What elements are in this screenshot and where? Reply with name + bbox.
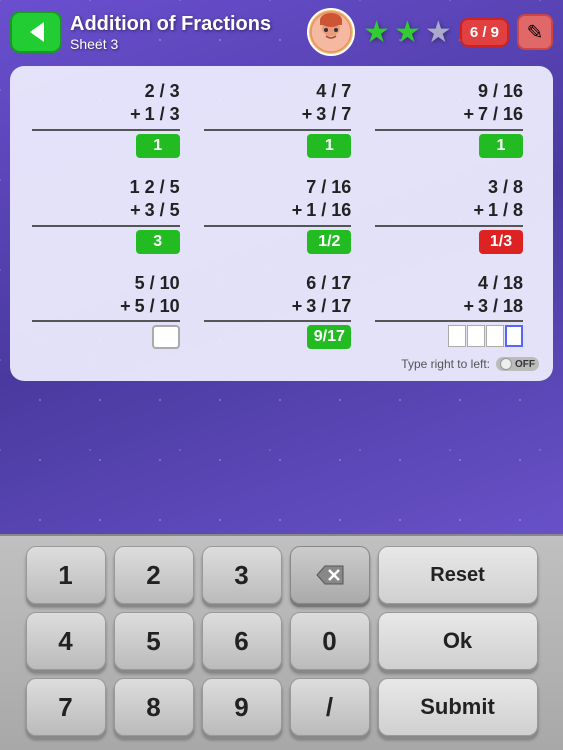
p5-top: 7 / 16 [306,176,351,199]
p9-bottom: + 3 / 18 [463,295,523,318]
p5-answer[interactable]: 1/2 [307,230,351,254]
p6-top: 3 / 8 [488,176,523,199]
p7-top: 5 / 10 [135,272,180,295]
p5-bottom: + 1 / 16 [292,199,352,222]
sheet-label: Sheet 3 [70,36,299,52]
problem-8: 6 / 17 + 3 / 17 9/17 [196,268,368,354]
p3-answer[interactable]: 1 [479,134,523,158]
problem-7: 5 / 10 + 5 / 10 [24,268,196,354]
digit-cell-4[interactable] [505,325,523,347]
p1-answer[interactable]: 1 [136,134,180,158]
keyboard: 1 2 3 Reset 4 5 6 0 Ok 7 8 9 / Submit [0,534,563,750]
page-title: Addition of Fractions [70,13,299,36]
stars-container: ★ ★ ★ [363,15,452,50]
title-block: Addition of Fractions Sheet 3 [70,13,299,52]
key-9[interactable]: 9 [202,678,282,736]
problem-1: 2 / 3 + 1 / 3 1 [24,76,196,162]
p7-bottom: + 5 / 10 [120,295,180,318]
worksheet: 2 / 3 + 1 / 3 1 4 / 7 + 3 / 7 1 9 / 16 +… [10,66,553,381]
problem-2: 4 / 7 + 3 / 7 1 [196,76,368,162]
key-2[interactable]: 2 [114,546,194,604]
problem-6: 3 / 8 + 1 / 8 1/3 [367,172,539,258]
key-slash[interactable]: / [290,678,370,736]
p1-bottom: + 1 / 3 [130,103,180,126]
p2-top: 4 / 7 [316,80,351,103]
problem-3: 9 / 16 + 7 / 16 1 [367,76,539,162]
p8-answer[interactable]: 9/17 [307,325,351,349]
star-1: ★ [363,15,390,50]
header: Addition of Fractions Sheet 3 ★ ★ ★ 6 / … [0,0,563,60]
keyboard-row-1: 1 2 3 Reset [10,546,553,604]
key-submit[interactable]: Submit [378,678,538,736]
p2-bottom: + 3 / 7 [302,103,352,126]
p3-top: 9 / 16 [478,80,523,103]
star-3: ★ [425,15,452,50]
key-5[interactable]: 5 [114,612,194,670]
back-button[interactable] [10,11,62,53]
p4-answer[interactable]: 3 [136,230,180,254]
problems-grid: 2 / 3 + 1 / 3 1 4 / 7 + 3 / 7 1 9 / 16 +… [24,76,539,353]
digit-cell-2[interactable] [467,325,485,347]
keyboard-row-2: 4 5 6 0 Ok [10,612,553,670]
key-3[interactable]: 3 [202,546,282,604]
key-ok[interactable]: Ok [378,612,538,670]
p8-top: 6 / 17 [306,272,351,295]
p2-answer[interactable]: 1 [307,134,351,158]
toggle-rtl[interactable]: OFF [496,357,539,371]
p9-answer-input[interactable] [448,325,523,347]
digit-cell-3[interactable] [486,325,504,347]
key-8[interactable]: 8 [114,678,194,736]
key-delete[interactable] [290,546,370,604]
problem-5: 7 / 16 + 1 / 16 1/2 [196,172,368,258]
problem-9: 4 / 18 + 3 / 18 [367,268,539,354]
p1-top: 2 / 3 [145,80,180,103]
edit-button[interactable]: ✎ [517,14,553,50]
p6-answer[interactable]: 1/3 [479,230,523,254]
type-right-row: Type right to left: OFF [24,357,539,371]
digit-cell-1[interactable] [448,325,466,347]
key-1[interactable]: 1 [26,546,106,604]
p7-answer[interactable] [152,325,180,349]
key-reset[interactable]: Reset [378,546,538,604]
star-2: ★ [394,15,421,50]
key-4[interactable]: 4 [26,612,106,670]
p9-top: 4 / 18 [478,272,523,295]
keyboard-row-3: 7 8 9 / Submit [10,678,553,736]
key-0[interactable]: 0 [290,612,370,670]
p4-top: 1 2 / 5 [130,176,180,199]
toggle-label: OFF [515,359,535,370]
problem-4: 1 2 / 5 + 3 / 5 3 [24,172,196,258]
progress-badge: 6 / 9 [460,18,509,47]
p8-bottom: + 3 / 17 [292,295,352,318]
edit-icon: ✎ [527,20,544,45]
p3-bottom: + 7 / 16 [463,103,523,126]
toggle-circle [500,358,512,370]
p6-bottom: + 1 / 8 [473,199,523,222]
type-right-label: Type right to left: [401,357,490,371]
key-7[interactable]: 7 [26,678,106,736]
avatar [307,8,355,56]
p4-bottom: + 3 / 5 [130,199,180,222]
key-6[interactable]: 6 [202,612,282,670]
